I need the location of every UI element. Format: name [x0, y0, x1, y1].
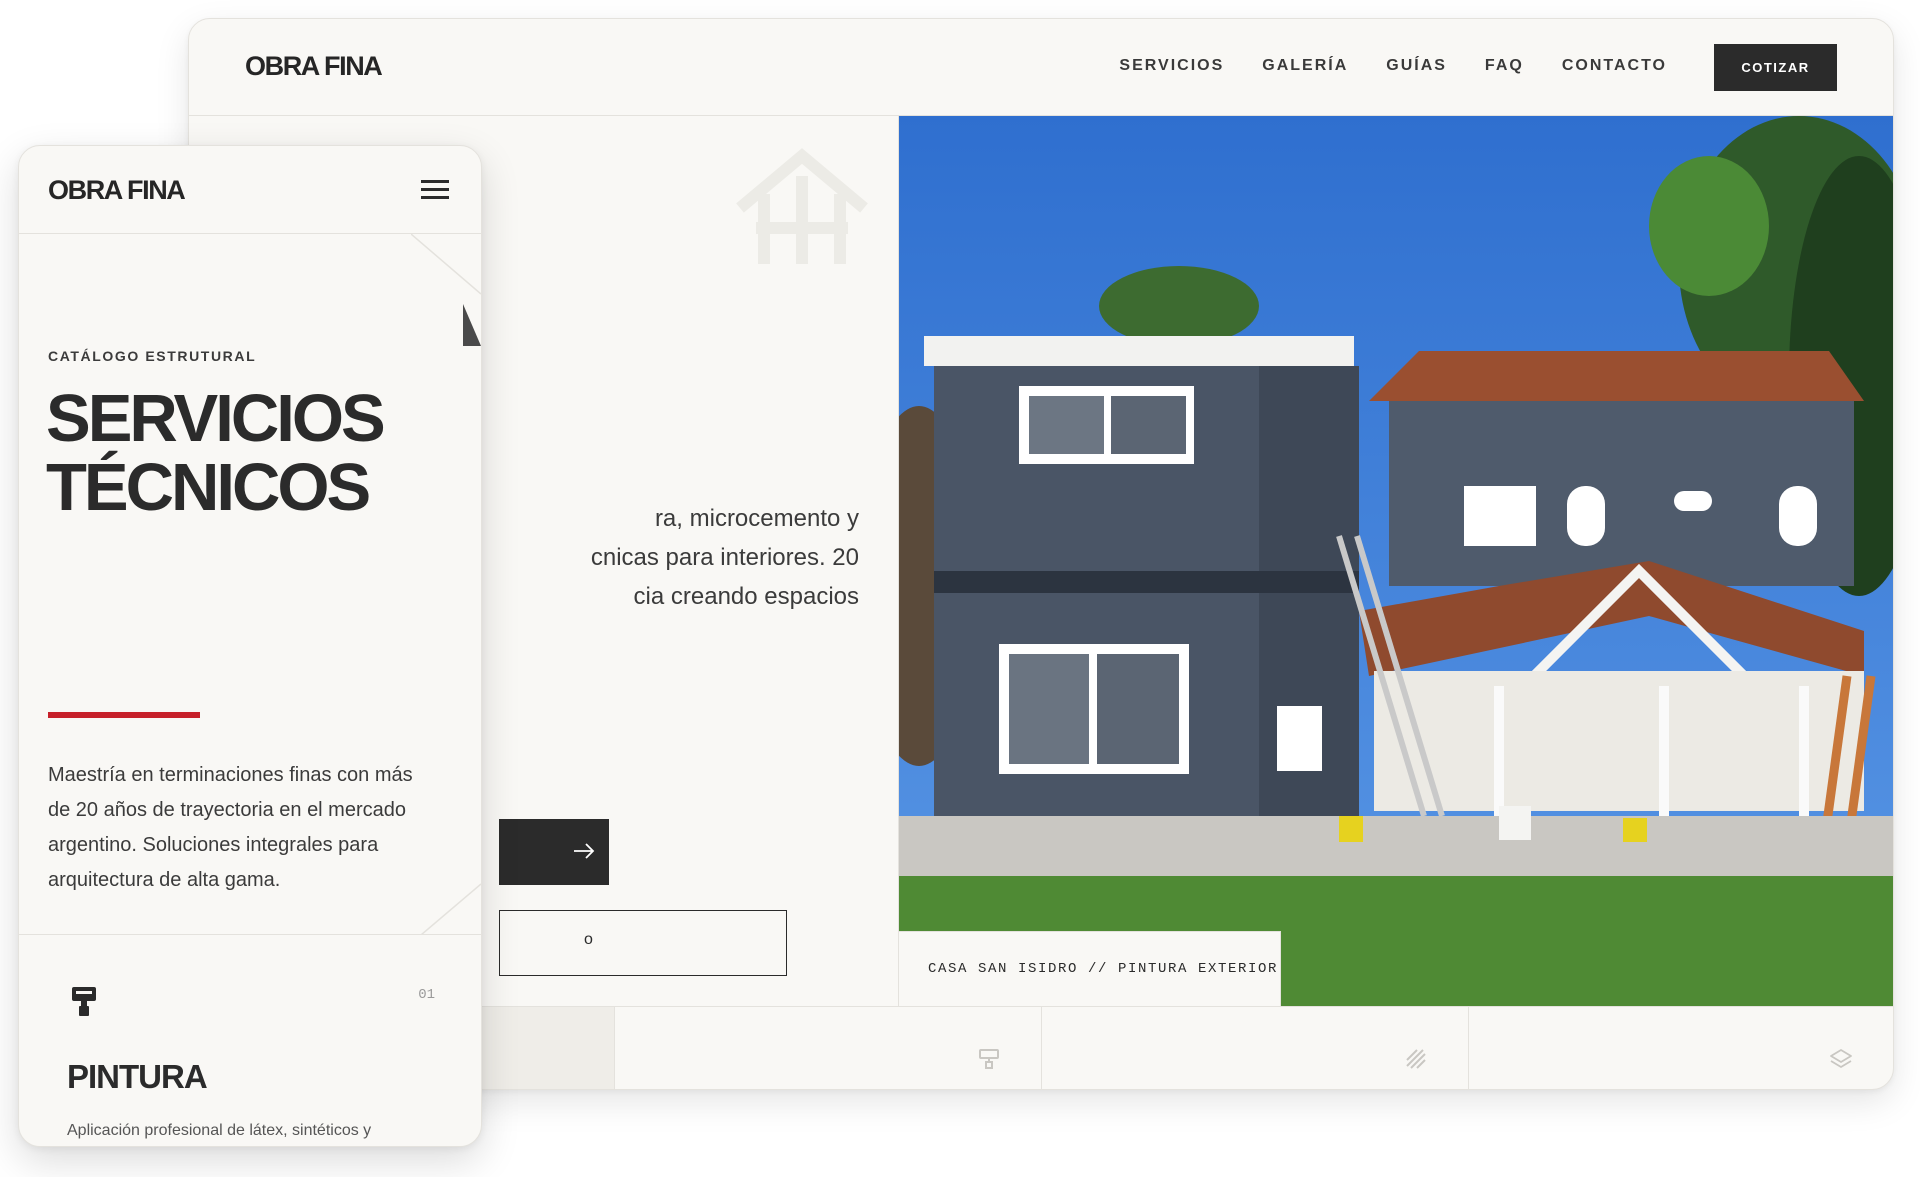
- hero-body-text: Maestría en terminaciones finas con más …: [48, 764, 413, 891]
- service-title: PINTURA: [67, 1058, 208, 1095]
- hero-secondary-button[interactable]: o: [499, 910, 787, 976]
- nav-contacto[interactable]: CONTACTO: [1562, 57, 1667, 75]
- mobile-mockup: OBRA FINA CATÁLOGO ESTRUTURAL SERVICIOS …: [18, 145, 482, 1147]
- nav-galeria[interactable]: GALERÍA: [1262, 57, 1348, 75]
- brand-logo[interactable]: OBRA FINA: [48, 175, 186, 206]
- nav-guias[interactable]: GUÍAS: [1386, 57, 1447, 75]
- paint-roller-icon: [72, 987, 96, 1016]
- accent-divider: [48, 712, 200, 718]
- layers-icon: [1830, 1049, 1852, 1068]
- page-title: SERVICIOS TÉCNICOS: [46, 384, 446, 522]
- section-eyebrow: CATÁLOGO ESTRUTURAL: [48, 348, 257, 364]
- arrow-right-icon: [574, 843, 595, 859]
- house-illustration: [899, 116, 1893, 1006]
- menu-bar: [421, 180, 449, 183]
- mobile-header: OBRA FINA: [19, 146, 481, 234]
- strip-cell-pintura[interactable]: [615, 1007, 1042, 1089]
- desktop-header: OBRA FINA SERVICIOS GALERÍA GUÍAS FAQ CO…: [189, 19, 1893, 116]
- strip-cell-capas[interactable]: [1469, 1007, 1893, 1089]
- house-frame-icon: [736, 148, 868, 264]
- service-card-pintura[interactable]: 01 PINTURA Aplicación profesional de lát…: [19, 935, 481, 1146]
- hatch-lines-icon: [1406, 1049, 1426, 1069]
- service-description: Aplicación profesional de látex, sintéti…: [67, 1122, 372, 1139]
- menu-bar: [421, 188, 449, 191]
- page-title-line: SERVICIOS: [46, 381, 386, 456]
- hamburger-menu-icon[interactable]: [421, 180, 449, 200]
- paint-roller-icon: [979, 1049, 999, 1069]
- hero-secondary-button-label: o: [584, 931, 593, 948]
- menu-bar: [421, 196, 449, 199]
- page-title-line: TÉCNICOS: [46, 450, 371, 525]
- photo-caption: CASA SAN ISIDRO // PINTURA EXTERIOR: [899, 931, 1281, 1006]
- service-number: 01: [418, 987, 435, 1003]
- nav-servicios[interactable]: SERVICIOS: [1119, 57, 1224, 75]
- brand-logo[interactable]: OBRA FINA: [245, 51, 383, 82]
- mobile-hero: CATÁLOGO ESTRUTURAL SERVICIOS TÉCNICOS M…: [19, 234, 481, 935]
- strip-cell-texturas[interactable]: [1042, 1007, 1469, 1089]
- hero-house-photo: [899, 116, 1893, 1006]
- main-nav: SERVICIOS GALERÍA GUÍAS FAQ CONTACTO: [1119, 57, 1667, 75]
- hero-primary-button[interactable]: [499, 819, 609, 885]
- cotizar-button[interactable]: COTIZAR: [1714, 44, 1837, 91]
- nav-faq[interactable]: FAQ: [1485, 57, 1524, 75]
